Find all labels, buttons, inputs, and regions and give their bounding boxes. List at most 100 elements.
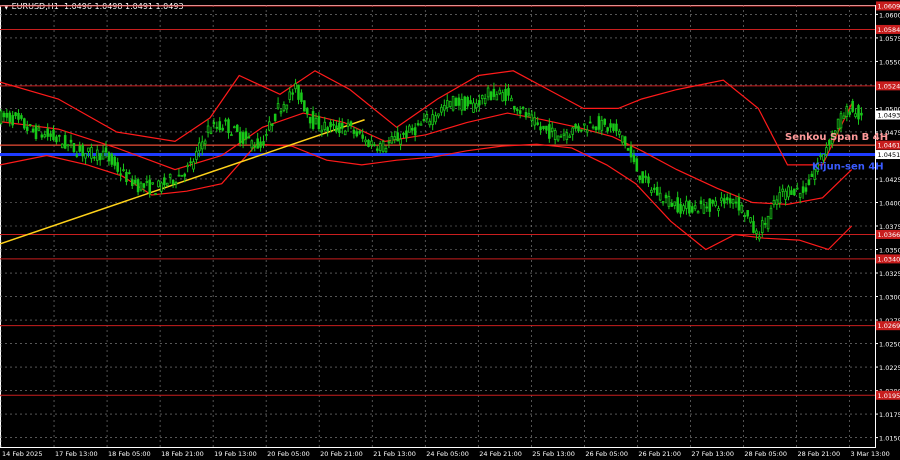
candle-body <box>743 215 747 217</box>
candle-body <box>305 107 309 115</box>
candle-body <box>8 112 12 123</box>
candle-body <box>793 188 796 196</box>
candle-body <box>842 115 846 119</box>
candle-body <box>568 135 572 138</box>
x-tick-label: 27 Feb 13:00 <box>691 450 734 458</box>
candle-body <box>323 121 327 131</box>
candle-body <box>122 169 125 172</box>
candle-body <box>784 190 787 200</box>
candle-body <box>332 123 335 126</box>
candle-body <box>378 143 382 152</box>
candle-body <box>343 130 347 136</box>
candle-body <box>769 207 773 220</box>
candle-body <box>55 136 58 143</box>
candle-body <box>489 91 493 100</box>
candle-body <box>189 161 192 164</box>
kijun-price-tag: 1.0451 <box>878 151 900 159</box>
candle-body <box>425 114 429 120</box>
candle-body <box>218 121 222 131</box>
candle-body <box>206 125 210 133</box>
candle-body <box>34 125 38 140</box>
candle-body <box>157 180 160 188</box>
candle-body <box>270 123 274 126</box>
candle-body <box>740 204 744 213</box>
candle-body <box>676 197 679 213</box>
candle-body <box>180 174 184 177</box>
candle-body <box>760 220 764 234</box>
candle-body <box>466 97 469 107</box>
price-chart[interactable]: 1.06001.05751.05501.05251.05001.04751.04… <box>0 0 900 460</box>
candle-body <box>221 127 224 131</box>
candle-body <box>93 156 96 159</box>
candle-body <box>90 147 93 159</box>
level-price-tag: 1.0584 <box>878 26 900 34</box>
level-price-tag: 1.0195 <box>878 392 900 400</box>
candle-body <box>723 198 726 204</box>
candle-body <box>43 134 47 138</box>
candle-body <box>25 126 29 131</box>
candle-body <box>160 182 163 192</box>
candle-body <box>787 186 790 198</box>
y-tick-label: 1.0600 <box>879 11 900 19</box>
candle-body <box>66 144 70 147</box>
candle-body <box>565 132 569 141</box>
senkou-span-b-label: Senkou Span B 4H <box>785 132 888 143</box>
candle-body <box>615 123 618 132</box>
candle-body <box>431 114 434 126</box>
candle-body <box>472 102 475 113</box>
candle-body <box>524 112 528 118</box>
candle-body <box>548 124 551 139</box>
x-tick-label: 20 Feb 21:00 <box>320 450 363 458</box>
candle-body <box>635 158 639 172</box>
candle-body <box>798 192 802 198</box>
candle-body <box>168 173 172 178</box>
candle-body <box>661 201 665 204</box>
candle-body <box>358 130 362 134</box>
candle-body <box>448 100 452 107</box>
candle-body <box>556 135 560 141</box>
candle-body <box>539 126 542 131</box>
candle-body <box>262 141 265 146</box>
level-price-tag: 1.0524 <box>878 82 900 90</box>
x-tick-label: 24 Feb 21:00 <box>479 450 522 458</box>
candle-body <box>629 146 633 158</box>
candle-body <box>690 206 694 213</box>
candle-body <box>702 204 706 214</box>
x-tick-label: 28 Feb 05:00 <box>744 450 787 458</box>
candle-body <box>393 136 397 140</box>
candle-body <box>545 125 548 131</box>
candle-body <box>40 134 44 138</box>
candle-body <box>17 112 20 120</box>
candle-body <box>233 126 236 129</box>
candle-body <box>728 198 732 204</box>
candle-body <box>623 136 627 146</box>
candle-body <box>696 211 700 214</box>
x-tick-label: 17 Feb 13:00 <box>55 450 98 458</box>
candle-body <box>291 92 294 95</box>
candle-body <box>515 109 519 111</box>
candle-body <box>349 121 353 126</box>
x-tick-label: 21 Feb 13:00 <box>373 450 416 458</box>
candle-body <box>597 116 601 130</box>
candle-body <box>521 106 525 109</box>
candle-body <box>335 125 338 132</box>
candle-body <box>390 136 394 144</box>
candle-body <box>60 143 64 149</box>
candle-body <box>504 88 507 102</box>
candle-body <box>75 154 79 157</box>
candle-body <box>247 136 251 139</box>
candle-body <box>527 113 531 116</box>
candle-body <box>46 128 49 137</box>
candle-body <box>513 105 516 110</box>
candle-body <box>151 182 154 185</box>
candle-body <box>195 150 198 160</box>
candle-body <box>766 215 770 230</box>
candle-body <box>317 115 321 130</box>
candle-body <box>810 173 814 178</box>
candle-body <box>720 197 723 202</box>
candle-body <box>434 115 437 123</box>
candle-body <box>845 106 849 117</box>
candle-body <box>288 91 292 100</box>
candle-body <box>375 148 379 151</box>
candle-body <box>133 179 137 184</box>
